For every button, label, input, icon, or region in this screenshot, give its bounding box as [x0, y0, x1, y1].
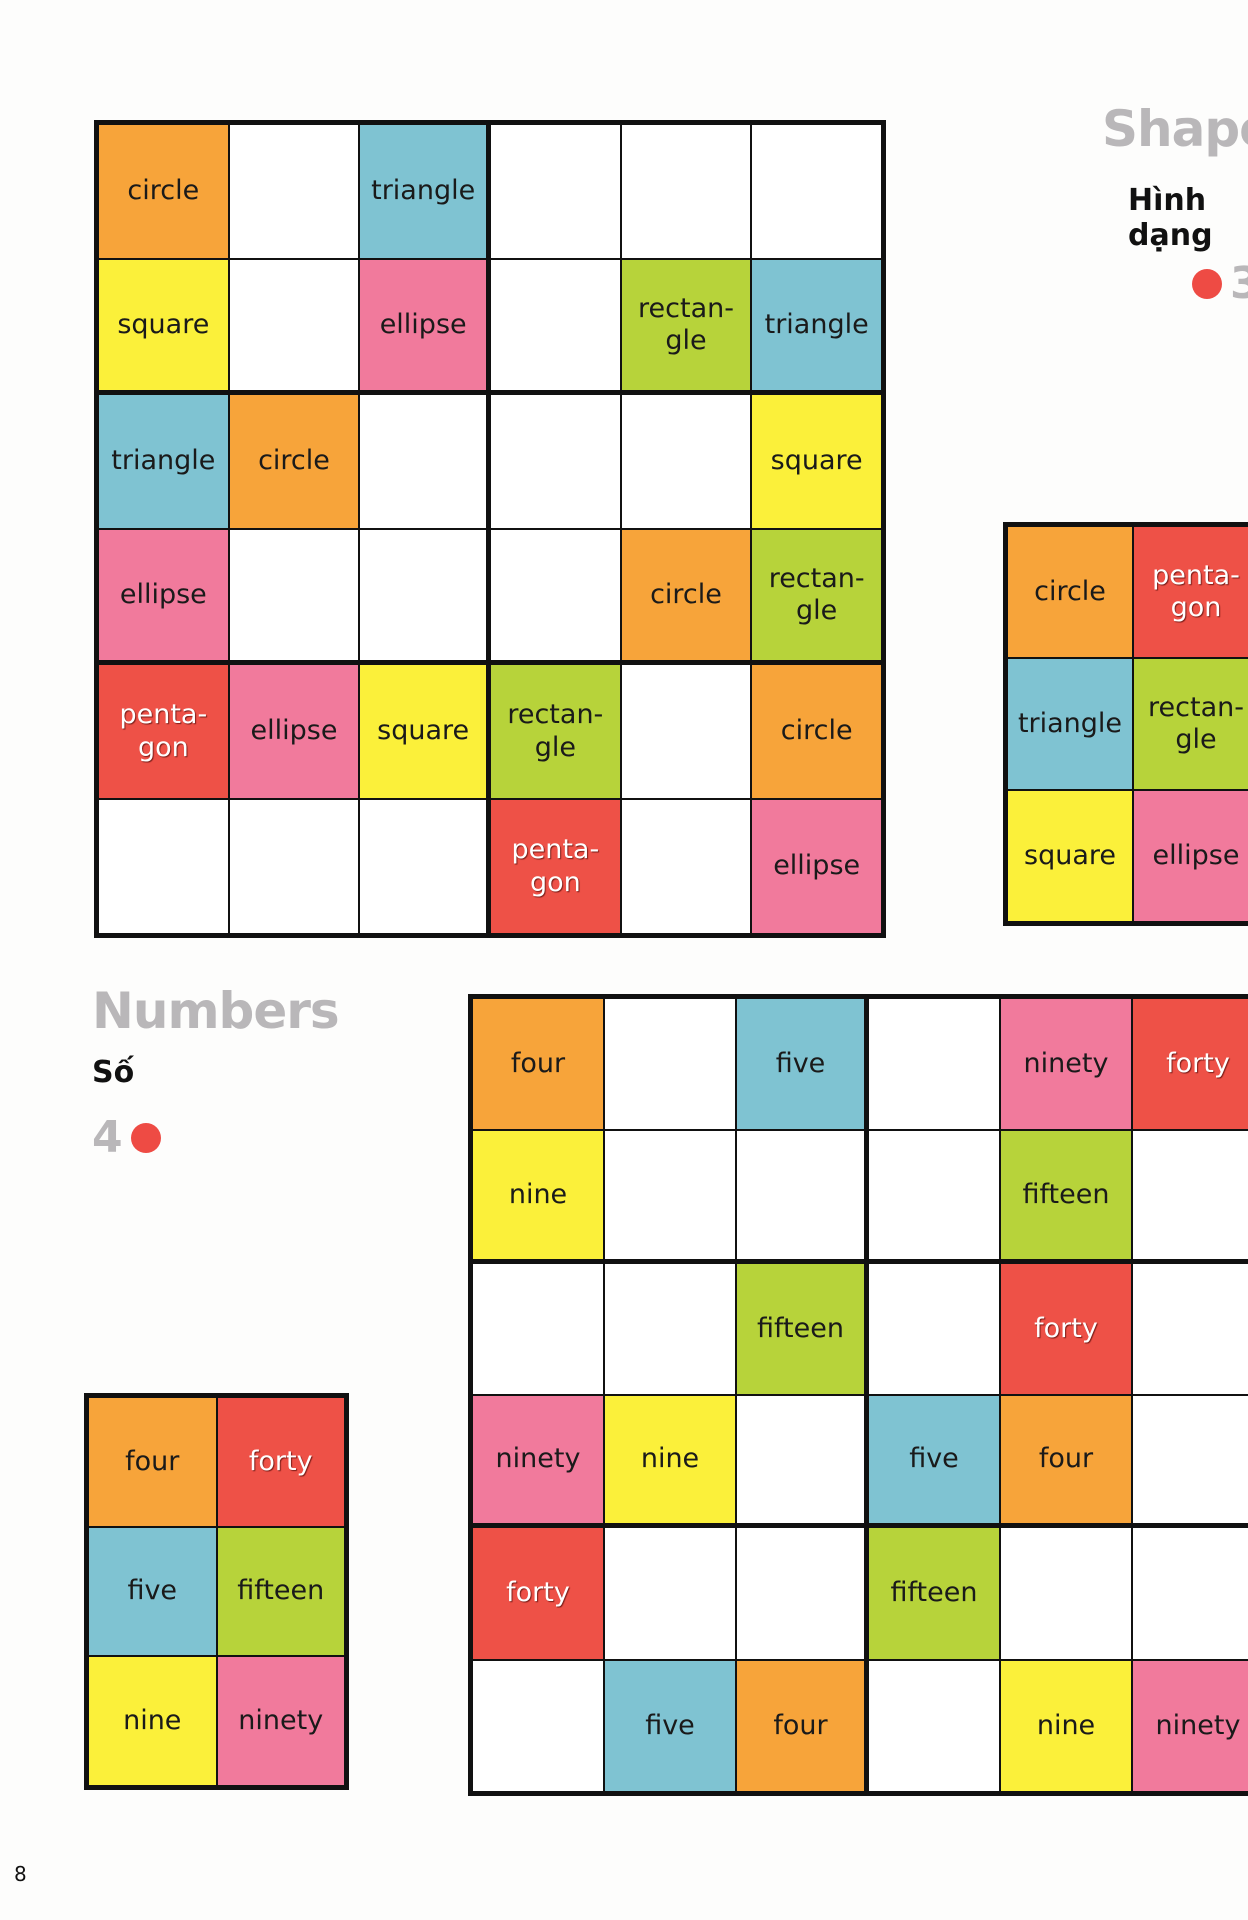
grid-cell-forty: forty	[473, 1528, 603, 1659]
grid-cell-fifteen: fifteen	[737, 1263, 864, 1394]
empty-grid-cell[interactable]	[229, 530, 359, 660]
grid-cell-ellipse: ellipse	[1134, 791, 1248, 921]
grid-cell-rectangle: rectan- gle	[491, 665, 620, 798]
empty-grid-cell[interactable]	[229, 125, 359, 258]
empty-grid-cell[interactable]	[473, 1660, 603, 1791]
grid-cell-ellipse: ellipse	[99, 530, 228, 660]
shapes-sudoku-grid: circle triangle square ellipse rectan- gle tr…	[94, 120, 886, 938]
empty-grid-cell[interactable]	[491, 530, 620, 660]
numbers-sudoku-grid: four five ninety forty nine fifteen fifteen for…	[468, 994, 1248, 1796]
grid-cell-forty: forty	[1133, 999, 1248, 1130]
red-dot-icon	[1192, 268, 1222, 299]
grid-cell-ellipse: ellipse	[229, 665, 359, 798]
grid-cell-nine: nine	[473, 1131, 603, 1259]
empty-grid-cell[interactable]	[737, 1528, 864, 1659]
grid-cell-rectangle: rectan- gle	[1134, 659, 1248, 789]
grid-cell-pentagon: penta- gon	[1134, 527, 1248, 657]
numbers-title: Numbers	[92, 982, 340, 1040]
empty-grid-cell[interactable]	[491, 125, 620, 258]
grid-cell-circle: circle	[99, 125, 228, 258]
shapes-count-row: 3	[1192, 258, 1248, 309]
grid-cell-rectangle: rectan- gle	[621, 260, 751, 390]
grid-cell-nine: nine	[605, 1395, 735, 1524]
grid-cell-forty: forty	[1001, 1263, 1131, 1394]
empty-grid-cell[interactable]	[1133, 1528, 1248, 1659]
grid-cell-fifteen: fifteen	[217, 1527, 344, 1656]
grid-cell-forty: forty	[217, 1398, 344, 1526]
empty-grid-cell[interactable]	[1133, 1395, 1248, 1524]
numbers-key-grid: four forty five fifteen nine ninety	[84, 1393, 349, 1790]
empty-grid-cell[interactable]	[605, 999, 735, 1130]
empty-grid-cell[interactable]	[360, 530, 486, 660]
grid-cell-square: square	[752, 395, 881, 528]
grid-cell-five: five	[737, 999, 864, 1130]
grid-cell-triangle: triangle	[99, 395, 228, 528]
grid-cell-triangle: triangle	[752, 260, 881, 390]
grid-cell-pentagon: penta- gon	[491, 800, 620, 933]
empty-grid-cell[interactable]	[737, 1395, 864, 1524]
empty-grid-cell[interactable]	[491, 395, 620, 528]
numbers-count-row: 4	[92, 1112, 161, 1163]
grid-cell-square: square	[99, 260, 228, 390]
empty-grid-cell[interactable]	[605, 1528, 735, 1659]
red-dot-icon	[130, 1122, 161, 1153]
grid-cell-four: four	[473, 999, 603, 1130]
grid-cell-ninety: ninety	[1001, 999, 1131, 1130]
grid-cell-triangle: triangle	[1008, 659, 1132, 789]
empty-grid-cell[interactable]	[869, 1263, 999, 1394]
empty-grid-cell[interactable]	[869, 1660, 999, 1791]
shapes-key-grid: circle penta- gon triangle rectan- gle squar…	[1003, 522, 1248, 926]
grid-cell-circle: circle	[752, 665, 881, 798]
grid-cell-square: square	[360, 665, 486, 798]
shapes-count: 3	[1230, 258, 1248, 309]
empty-grid-cell[interactable]	[621, 665, 751, 798]
empty-grid-cell[interactable]	[473, 1263, 603, 1394]
grid-cell-fifteen: fifteen	[869, 1528, 999, 1659]
numbers-subtitle: Số	[92, 1055, 135, 1090]
empty-grid-cell[interactable]	[737, 1131, 864, 1259]
empty-grid-cell[interactable]	[621, 395, 751, 528]
empty-grid-cell[interactable]	[99, 800, 228, 933]
empty-grid-cell[interactable]	[491, 260, 620, 390]
empty-grid-cell[interactable]	[752, 125, 881, 258]
grid-cell-rectangle: rectan- gle	[752, 530, 881, 660]
empty-grid-cell[interactable]	[229, 260, 359, 390]
grid-cell-ninety: ninety	[217, 1657, 344, 1785]
grid-cell-ellipse: ellipse	[360, 260, 486, 390]
grid-cell-square: square	[1008, 791, 1132, 921]
empty-grid-cell[interactable]	[621, 125, 751, 258]
empty-grid-cell[interactable]	[1133, 1263, 1248, 1394]
grid-cell-five: five	[89, 1527, 216, 1656]
shapes-subtitle: Hình dạng	[1128, 183, 1213, 253]
grid-cell-five: five	[605, 1660, 735, 1791]
grid-cell-four: four	[737, 1660, 864, 1791]
empty-grid-cell[interactable]	[869, 999, 999, 1130]
empty-grid-cell[interactable]	[229, 800, 359, 933]
grid-cell-circle: circle	[1008, 527, 1132, 657]
empty-grid-cell[interactable]	[1133, 1131, 1248, 1259]
grid-cell-ellipse: ellipse	[752, 800, 881, 933]
grid-cell-four: four	[1001, 1395, 1131, 1524]
grid-cell-nine: nine	[89, 1657, 216, 1785]
shapes-title: Shapes	[1102, 100, 1248, 158]
numbers-count: 4	[92, 1112, 123, 1163]
empty-grid-cell[interactable]	[621, 800, 751, 933]
grid-cell-five: five	[869, 1395, 999, 1524]
grid-cell-circle: circle	[229, 395, 359, 528]
grid-cell-nine: nine	[1001, 1660, 1131, 1791]
empty-grid-cell[interactable]	[869, 1131, 999, 1259]
grid-cell-four: four	[89, 1398, 216, 1526]
empty-grid-cell[interactable]	[360, 395, 486, 528]
grid-cell-ninety: ninety	[473, 1395, 603, 1524]
grid-cell-fifteen: fifteen	[1001, 1131, 1131, 1259]
grid-cell-ninety: ninety	[1133, 1660, 1248, 1791]
grid-cell-triangle: triangle	[360, 125, 486, 258]
page-number: 8	[14, 1862, 27, 1886]
empty-grid-cell[interactable]	[360, 800, 486, 933]
empty-grid-cell[interactable]	[1001, 1528, 1131, 1659]
grid-cell-pentagon: penta- gon	[99, 665, 228, 798]
empty-grid-cell[interactable]	[605, 1131, 735, 1259]
grid-cell-circle: circle	[621, 530, 751, 660]
empty-grid-cell[interactable]	[605, 1263, 735, 1394]
